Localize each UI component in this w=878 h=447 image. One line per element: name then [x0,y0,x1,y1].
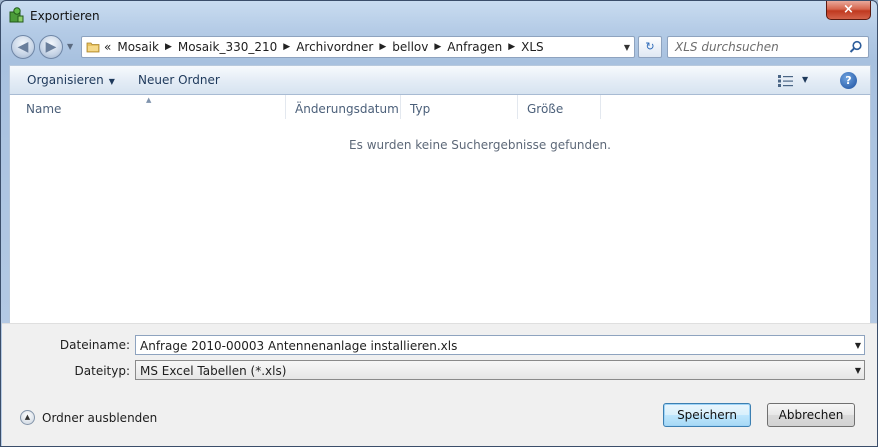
export-dialog: Exportieren × ◀ ▶ ▼ « Mosaik ▶ Mosaik_33… [0,0,878,447]
breadcrumb-item-xls[interactable]: XLS [521,40,544,54]
close-icon: × [843,2,854,17]
breadcrumb-item-anfragen[interactable]: Anfragen [447,40,502,54]
empty-results-message: Es wurden keine Suchergebnisse gefunden. [349,138,611,152]
search-icon[interactable] [849,40,863,54]
forward-arrow-icon: ▶ [45,39,57,55]
file-list[interactable]: Name ▲ Änderungsdatum Typ Größe Es wurde… [9,95,871,323]
column-header-modified-label: Änderungsdatum [295,102,399,116]
address-bar[interactable]: « Mosaik ▶ Mosaik_330_210 ▶ Archivordner… [81,36,635,58]
filetype-dropdown-icon: ▼ [854,366,861,375]
breadcrumb-separator-icon[interactable]: ▶ [165,42,172,52]
help-icon[interactable]: ? [840,72,857,89]
filetype-label: Dateityp: [74,364,130,378]
search-input[interactable]: XLS durchsuchen [675,40,779,54]
help-glyph: ? [845,74,852,87]
column-header-name[interactable]: Name [17,95,286,119]
column-header-size[interactable]: Größe [518,95,601,119]
title-bar: Exportieren × [1,1,877,31]
refresh-button[interactable]: ↻ [638,36,662,58]
filename-label: Dateiname: [59,338,130,352]
view-dropdown-icon[interactable]: ▼ [802,75,808,84]
breadcrumb-item-archivordner[interactable]: Archivordner [296,40,373,54]
filename-value: Anfrage 2010-00003 Antennenanlage instal… [140,339,458,353]
column-header-modified[interactable]: Änderungsdatum [286,95,401,119]
save-button[interactable]: Speichern [663,403,751,427]
view-options-icon[interactable] [778,75,794,87]
hide-folders-toggle[interactable]: ▲ Ordner ausblenden [20,410,157,425]
breadcrumb-separator-icon[interactable]: ▶ [508,42,515,52]
back-button[interactable]: ◀ [11,35,35,59]
command-toolbar: Organisieren ▼ Neuer Ordner ▼ ? [9,65,871,95]
breadcrumb-separator-icon[interactable]: ▶ [283,42,290,52]
breadcrumb: « Mosaik ▶ Mosaik_330_210 ▶ Archivordner… [104,37,544,57]
address-dropdown-icon[interactable]: ▼ [624,43,630,52]
breadcrumb-item-bellov[interactable]: bellov [392,40,428,54]
organize-dropdown-icon: ▼ [108,77,115,86]
new-folder-button[interactable]: Neuer Ordner [138,73,220,87]
filetype-value: MS Excel Tabellen (*.xls) [140,364,287,378]
column-header-size-label: Größe [527,102,564,116]
forward-button[interactable]: ▶ [39,35,63,59]
save-form: Dateiname: Anfrage 2010-00003 Antennenan… [2,323,877,446]
filename-field[interactable]: Anfrage 2010-00003 Antennenanlage instal… [135,335,865,355]
organize-label: Organisieren [27,73,104,87]
search-box[interactable]: XLS durchsuchen [667,36,869,58]
back-arrow-icon: ◀ [17,39,29,55]
breadcrumb-item-mosaik[interactable]: Mosaik [117,40,159,54]
column-header-type[interactable]: Typ [401,95,518,119]
filetype-select[interactable]: MS Excel Tabellen (*.xls) ▼ [135,360,865,380]
breadcrumb-overflow[interactable]: « [104,40,111,54]
breadcrumb-separator-icon[interactable]: ▶ [379,42,386,52]
refresh-icon: ↻ [645,40,655,53]
folder-icon [86,42,100,53]
sort-ascending-icon: ▲ [146,96,152,104]
column-header-type-label: Typ [410,102,431,116]
column-header-row: Name ▲ Änderungsdatum Typ Größe [10,95,870,119]
collapse-icon: ▲ [20,410,35,425]
close-button[interactable]: × [826,1,871,20]
filename-dropdown-icon[interactable]: ▼ [855,341,861,350]
organize-button[interactable]: Organisieren ▼ [27,73,115,87]
navigation-bar: ◀ ▶ ▼ « Mosaik ▶ Mosaik_330_210 ▶ Archiv… [1,33,877,61]
collapse-glyph: ▲ [24,413,31,421]
column-header-name-label: Name [26,102,62,116]
cancel-button[interactable]: Abbrechen [767,403,855,427]
breadcrumb-separator-icon[interactable]: ▶ [434,42,441,52]
breadcrumb-item-mosaik-330-210[interactable]: Mosaik_330_210 [178,40,277,54]
window-title: Exportieren [30,9,100,23]
app-icon [9,7,24,23]
hide-folders-label: Ordner ausblenden [42,410,158,425]
recent-locations-dropdown-icon[interactable]: ▼ [67,42,73,51]
